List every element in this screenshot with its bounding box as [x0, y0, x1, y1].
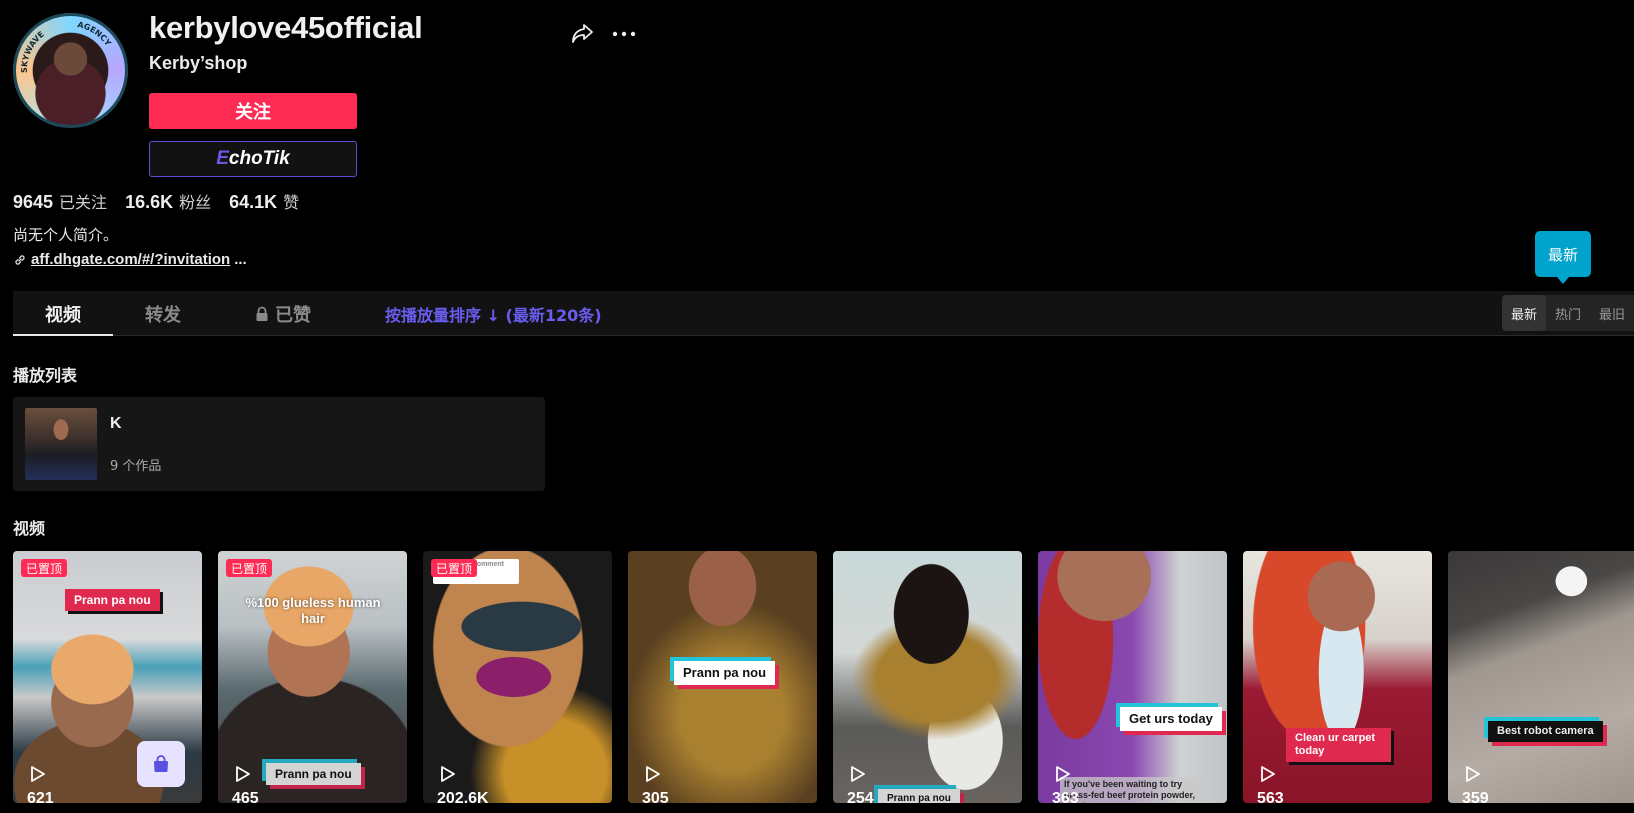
play-icon — [31, 766, 45, 782]
sort-tooltip: 最新 — [1535, 231, 1591, 284]
follow-button[interactable]: 关注 — [149, 93, 357, 129]
play-count: 621 — [27, 790, 54, 803]
video-caption-top: %100 glueless human hair — [245, 595, 381, 626]
nickname: Kerby’shop — [149, 53, 248, 73]
shop-button[interactable] — [137, 741, 185, 787]
play-icon — [1466, 766, 1480, 782]
stat-label: 赞 — [283, 193, 300, 212]
share-button[interactable] — [568, 20, 596, 48]
video-caption: Clean ur carpet today — [1286, 728, 1391, 763]
video-caption: Prann pa nou — [674, 661, 776, 685]
play-count: 202.6K — [437, 790, 489, 803]
sort-option-newest[interactable]: 最新 — [1501, 295, 1546, 331]
link-text[interactable]: aff.dhgate.com/#/?invitation — [31, 251, 230, 268]
pinned-badge: 已置顶 — [431, 559, 478, 577]
sort-toggle: 最新 热门 最旧 — [1501, 295, 1634, 331]
stat-value: 16.6K — [125, 192, 174, 212]
shopping-bag-icon — [154, 755, 168, 772]
sort-option-popular[interactable]: 热门 — [1546, 295, 1590, 331]
play-icon — [236, 766, 250, 782]
bio-link[interactable]: aff.dhgate.com/#/?invitation... — [13, 251, 247, 268]
profile-page: SKYWAVE AGENCY kerbylove45official Kerby… — [0, 0, 1634, 813]
share-icon — [572, 24, 593, 43]
stat-likes: 64.1K 赞 — [229, 189, 299, 213]
pinned-badge: 已置顶 — [21, 559, 68, 577]
play-count: 359 — [1462, 790, 1489, 803]
more-icon — [612, 31, 636, 37]
video-caption: Prann pa nou — [266, 763, 361, 786]
video-card[interactable]: 已置顶 Prann pa nou 621 — [13, 551, 202, 803]
content-tabs: 视频 转发 已赞 按播放量排序 ↓ (最新120条) 最新 热门 最旧 — [13, 291, 1634, 336]
video-card[interactable]: 已置顶 %100 glueless human hair Prann pa no… — [218, 551, 407, 803]
tab-liked[interactable]: 已赞 — [233, 291, 333, 336]
play-icon — [1261, 766, 1275, 782]
play-icon — [1056, 766, 1070, 782]
echotik-label: choTik — [228, 148, 290, 169]
video-card[interactable]: Prann pa nou 254 — [833, 551, 1022, 803]
stat-label: 已关注 — [59, 193, 108, 212]
video-card[interactable]: Best robot camera 359 — [1448, 551, 1634, 803]
lock-icon — [256, 306, 268, 321]
tab-liked-label: 已赞 — [275, 304, 311, 326]
sort-option-oldest[interactable]: 最旧 — [1590, 295, 1634, 331]
pinned-badge: 已置顶 — [226, 559, 273, 577]
video-subtitle: If you've been waiting to try grass-fed … — [1060, 777, 1205, 803]
video-caption: Get urs today — [1120, 707, 1222, 731]
video-caption: Prann pa nou — [65, 589, 160, 612]
video-card[interactable]: Prann pa nou 305 — [628, 551, 817, 803]
link-icon — [15, 254, 25, 265]
avatar-ring-text: SKYWAVE AGENCY — [20, 20, 113, 73]
playlist-count: 9 个作品 — [110, 459, 162, 474]
playlist-name: K — [110, 415, 122, 432]
stat-value: 9645 — [13, 192, 54, 212]
stat-value: 64.1K — [229, 192, 278, 212]
bio: 尚无个人简介。 — [13, 226, 119, 244]
avatar[interactable]: SKYWAVE AGENCY — [13, 13, 128, 128]
stat-label: 粉丝 — [179, 193, 212, 212]
play-icon — [851, 766, 865, 782]
play-count: 254 — [847, 790, 874, 803]
video-card[interactable]: Clean ur carpet today 563 — [1243, 551, 1432, 803]
play-icon — [646, 766, 660, 782]
videos-section-title: 视频 — [13, 519, 46, 538]
echotik-logo-icon: E — [216, 148, 229, 169]
video-card[interactable]: Get urs today If you've been waiting to … — [1038, 551, 1227, 803]
play-count: 363 — [1052, 790, 1079, 803]
stat-following[interactable]: 9645 已关注 — [13, 189, 107, 213]
sort-by-plays-link[interactable]: 按播放量排序 ↓ (最新120条) — [385, 291, 602, 336]
username: kerbylove45official — [149, 10, 423, 45]
play-count: 305 — [642, 790, 669, 803]
play-count: 563 — [1257, 790, 1284, 803]
tab-videos[interactable]: 视频 — [13, 291, 113, 336]
playlist-section-title: 播放列表 — [13, 366, 78, 385]
play-icon — [441, 766, 455, 782]
link-ellipsis: ... — [234, 251, 247, 268]
video-caption: Best robot camera — [1488, 721, 1603, 743]
stat-followers[interactable]: 16.6K 粉丝 — [125, 189, 211, 213]
svg-text:AGENCY: AGENCY — [77, 20, 113, 48]
play-count: 465 — [232, 790, 259, 803]
tab-reposts[interactable]: 转发 — [113, 291, 213, 336]
svg-text:SKYWAVE: SKYWAVE — [20, 30, 46, 73]
video-caption: Prann pa nou — [878, 789, 960, 803]
echotik-button[interactable]: EchoTik — [149, 141, 357, 177]
more-options-button[interactable] — [610, 20, 638, 48]
playlist-thumbnail — [25, 408, 97, 480]
video-card[interactable]: ...ppylyn's comment ...ouzen 已置顶 202.6K — [423, 551, 612, 803]
profile-stats: 9645 已关注 16.6K 粉丝 64.1K 赞 — [13, 189, 299, 213]
playlist-card[interactable]: K 9 个作品 — [13, 397, 545, 491]
